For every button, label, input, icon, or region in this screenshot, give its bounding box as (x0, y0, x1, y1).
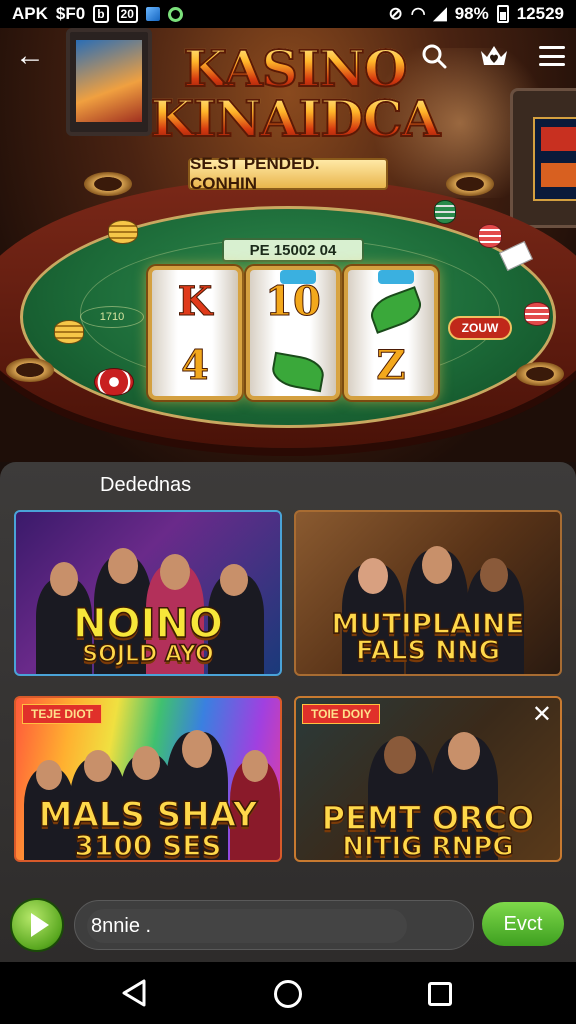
wifi-icon: ◠ (410, 4, 426, 23)
nav-back-icon[interactable] (120, 978, 150, 1008)
poker-chip (94, 368, 134, 396)
fruit-icon (378, 270, 414, 284)
logo-line-2: KINAIDCA (140, 93, 450, 145)
action-button[interactable]: Evct (482, 902, 564, 946)
promo-card-2-title: MUTIPLAINE (331, 607, 526, 640)
hero-banner: 1710 ZOUW PE 15002 04 K 4 10 Z KASINO KI… (0, 28, 576, 462)
status-right: ⊘ ◠ ◢ 98% 12529 (389, 4, 564, 24)
nav-recents-icon[interactable] (428, 982, 452, 1006)
promo-card-3-tag: TEJE DIOT (22, 704, 103, 724)
leaf-symbol-icon (366, 286, 426, 334)
status-time: 12529 (516, 4, 564, 23)
search-input[interactable]: 8nnie . (87, 909, 407, 943)
chip-stack (478, 224, 502, 248)
reel-symbol-bottom: 4 (181, 342, 210, 389)
promo-card-4-tag: TOIE DOIY (302, 704, 381, 724)
bottom-action-bar: 8nnie . Evct (0, 894, 576, 954)
chip-stack (54, 320, 84, 344)
slot-machine-right (510, 88, 576, 228)
promo-card-1-subtitle: SOJLD AYO (82, 642, 215, 667)
promo-card-4-title: PEMT ORCO (321, 799, 535, 837)
battery-icon (496, 5, 509, 23)
cup-holder (84, 172, 132, 196)
panel-title: Dedednas (100, 474, 192, 496)
promotions-panel: Dedednas NOINO SOJLD AYO MUTIPLAINE FALS… (0, 462, 576, 962)
nav-home-icon[interactable] (274, 980, 302, 1008)
cup-holder (516, 362, 564, 386)
arrow-left-icon: ← (15, 39, 45, 72)
slot-reel-2: 10 (246, 266, 340, 400)
status-text-f0: $F0 (55, 4, 86, 23)
logo-subtitle: SE.ST PENDED. CONHIN (188, 154, 388, 193)
status-bar: APK $F0 b 20 ⊘ ◠ ◢ 98% 12529 (0, 0, 576, 28)
play-icon (30, 913, 49, 937)
favorites-button[interactable] (476, 38, 512, 74)
menu-button[interactable] (534, 38, 570, 74)
promo-card-4-subtitle: NITIG RNPG (342, 832, 515, 862)
promo-card-3-title: MALS SHAY (38, 795, 258, 835)
status-left: APK $F0 b 20 (12, 4, 183, 24)
slot-machine-left-screen (76, 40, 142, 122)
status-box-icon: b (93, 5, 109, 23)
promo-card-3-subtitle: 3100 SES (74, 829, 223, 862)
slot-reel-1: K 4 (148, 266, 242, 400)
battery-percent: 98% (454, 4, 489, 23)
reel-symbol-top: K (177, 278, 213, 325)
logo-line-1: KASINO (140, 43, 450, 95)
slot-machine-right-screen (533, 117, 576, 201)
promo-card-1[interactable]: NOINO SOJLD AYO (14, 510, 282, 676)
chip-stack (524, 302, 550, 326)
ring-icon (167, 6, 183, 22)
cup-holder (446, 172, 494, 196)
chip-stack (108, 220, 138, 244)
play-button[interactable] (10, 898, 64, 952)
slot-reel-3: Z (344, 266, 438, 400)
reel-symbol-bottom: Z (376, 342, 406, 389)
search-field[interactable]: 8nnie . (74, 900, 529, 950)
back-button[interactable]: ← (12, 38, 48, 74)
cup-holder (6, 358, 54, 382)
promo-card-2[interactable]: MUTIPLAINE FALS NNG (294, 510, 562, 676)
app-screen: APK $F0 b 20 ⊘ ◠ ◢ 98% 12529 1710 ZOUW P… (0, 0, 576, 1024)
payout-display: PE 15002 04 (222, 238, 364, 262)
crown-heart-icon (481, 46, 507, 65)
app-logo: KASINO KINAIDCA (140, 43, 450, 145)
chip-stack (434, 200, 456, 224)
signal-icon: ◢ (433, 4, 447, 23)
system-navigation-bar (0, 962, 576, 1024)
promo-card-1-title: NOINO (72, 601, 223, 647)
status-text-apk: APK (12, 4, 48, 23)
promo-card-4[interactable]: TOIE DOIY ✕ PEMT ORCO NITIG RNPG (294, 696, 562, 862)
promo-card-2-subtitle: FALS NNG (355, 636, 501, 666)
bet-button-right[interactable]: ZOUW (448, 316, 512, 340)
reel-symbol-top: 10 (265, 278, 322, 325)
status-num-icon: 20 (116, 5, 138, 23)
promo-card-3[interactable]: TEJE DIOT MALS SHAY 3100 SES (14, 696, 282, 862)
vibrate-icon: ⊘ (388, 4, 403, 23)
app-notification-icon (145, 7, 160, 21)
bet-label-left: 1710 (80, 306, 144, 328)
close-icon[interactable]: ✕ (532, 700, 552, 729)
hamburger-icon (539, 46, 565, 66)
leaf-symbol-icon (269, 351, 327, 393)
